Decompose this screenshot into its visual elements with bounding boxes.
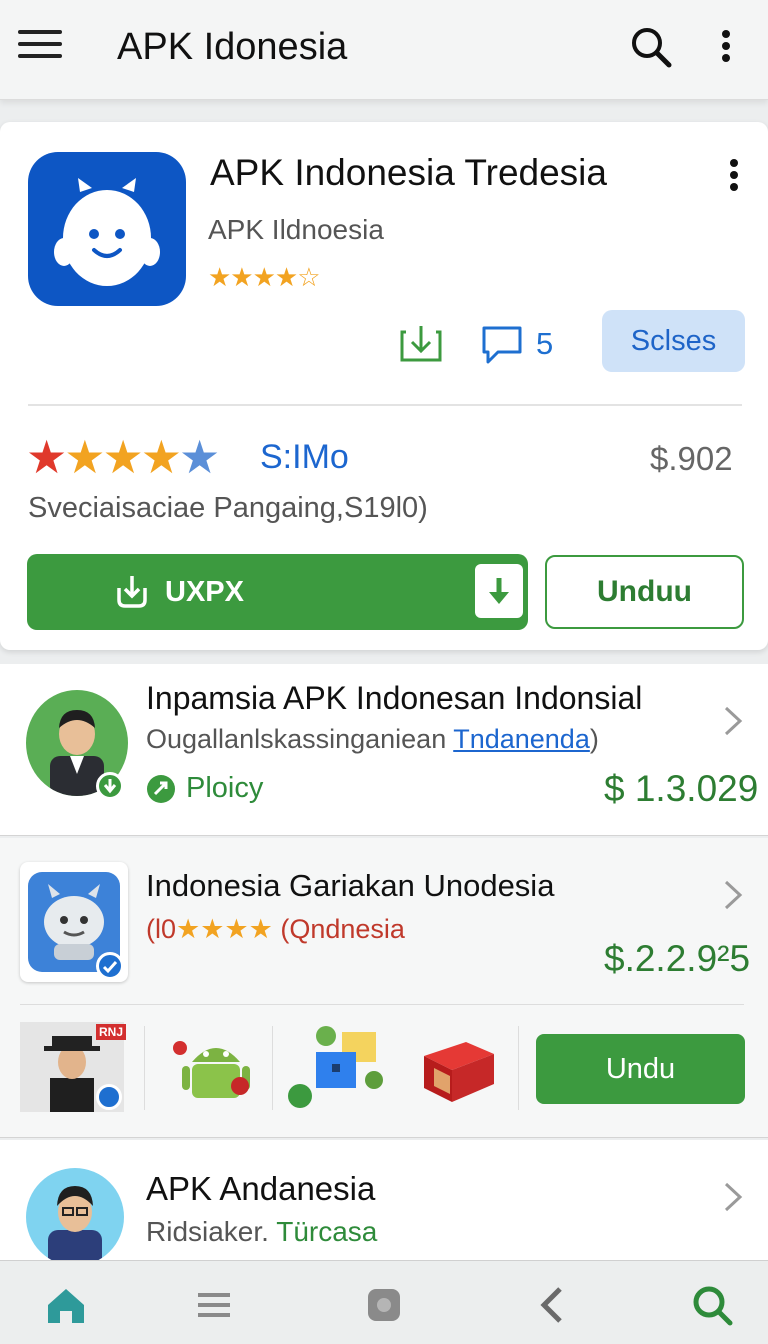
- list-item[interactable]: APK Andanesia Ridsiaker. Türcasa: [0, 1140, 768, 1266]
- screenshot-thumbnail[interactable]: RNJ: [20, 1022, 127, 1112]
- hand-download-icon: [117, 576, 147, 608]
- screenshot-thumbnail[interactable]: [286, 1022, 390, 1112]
- app-price: $.2.2.9²5: [604, 938, 751, 979]
- divider: [28, 404, 742, 406]
- search-icon[interactable]: [628, 24, 674, 70]
- comment-count: 5: [536, 326, 554, 361]
- messenger-badge-icon: [96, 1084, 122, 1110]
- list-item[interactable]: Indonesia Gariakan Unodesia (l0★★★★ (Qnd…: [0, 838, 768, 1138]
- app-icon: [28, 152, 186, 306]
- app-price: $ 1.3.029: [604, 768, 759, 809]
- download-badge-icon: [96, 772, 124, 800]
- mascot-icon: [54, 178, 160, 286]
- download-arrow-icon: [475, 564, 523, 618]
- app-title: APK Andanesia: [146, 1170, 376, 1207]
- app-subtitle: Ridsiaker. Türcasa: [146, 1216, 378, 1247]
- home-icon[interactable]: [44, 1283, 88, 1327]
- square-icon[interactable]: [362, 1283, 406, 1327]
- category-chip[interactable]: Sclses: [602, 310, 745, 372]
- app-name: APK Indonesia Tredesia: [210, 152, 607, 193]
- app-title: Inpamsia APK Indonesan Indonsial: [146, 680, 643, 716]
- list-item[interactable]: Inpamsia APK Indonesan Indonsial Ougalla…: [0, 664, 768, 836]
- undu-button[interactable]: Undu: [536, 1034, 745, 1104]
- download-icon[interactable]: [398, 322, 444, 364]
- divider: [144, 1026, 145, 1110]
- blocks-icon: [288, 1026, 383, 1108]
- app-subtitle: Ougallanlskassinganiean Tndanenda): [146, 724, 599, 754]
- search-icon[interactable]: [690, 1283, 734, 1327]
- rating-label: S:IMo: [260, 438, 349, 476]
- unduh-button[interactable]: Unduu: [545, 555, 744, 629]
- divider: [518, 1026, 519, 1110]
- back-icon[interactable]: [532, 1283, 576, 1327]
- large-star-rating: ★★★★★: [26, 431, 220, 483]
- comment-icon[interactable]: [480, 322, 524, 366]
- star-rating: ★★★★☆: [208, 262, 321, 292]
- box-icon: [424, 1042, 494, 1102]
- divider: [20, 1004, 744, 1005]
- divider: [272, 1026, 273, 1110]
- check-badge-icon: [96, 952, 124, 980]
- install-button[interactable]: UXPX: [27, 554, 528, 630]
- policy-icon: [147, 774, 175, 803]
- chevron-right-icon[interactable]: [722, 1180, 744, 1214]
- bottom-navigation: [0, 1260, 768, 1344]
- thumb-badge: RNJ: [96, 1024, 127, 1040]
- developer-name: APK Ildnoesia: [208, 214, 384, 245]
- app-subtitle: (l0★★★★ (Qndnesia: [146, 914, 405, 944]
- list-icon[interactable]: [192, 1283, 236, 1327]
- more-vert-icon[interactable]: [724, 158, 744, 192]
- app-bar: APK Idonesia: [0, 0, 768, 100]
- app-title: APK Idonesia: [117, 26, 348, 68]
- price: $.902: [650, 440, 733, 477]
- app-title: Indonesia Gariakan Unodesia: [146, 868, 555, 903]
- subtitle-link[interactable]: Tndanenda: [453, 724, 590, 754]
- policy-badge[interactable]: Ploicy: [146, 772, 263, 805]
- chevron-right-icon[interactable]: [722, 704, 744, 738]
- android-icon: [173, 1041, 250, 1098]
- menu-icon[interactable]: [18, 30, 62, 64]
- more-vert-icon[interactable]: [716, 28, 736, 68]
- developer-avatar: [26, 1168, 124, 1266]
- screenshot-thumbnail[interactable]: [166, 1022, 270, 1112]
- screenshot-thumbnail[interactable]: [410, 1022, 514, 1112]
- featured-app-card[interactable]: APK Indonesia Tredesia APK Ildnoesia ★★★…: [0, 122, 768, 650]
- install-label: UXPX: [165, 576, 244, 608]
- app-subtitle: Sveciaisaciae Pangaing,S19l0): [28, 492, 428, 524]
- chevron-right-icon[interactable]: [722, 878, 744, 912]
